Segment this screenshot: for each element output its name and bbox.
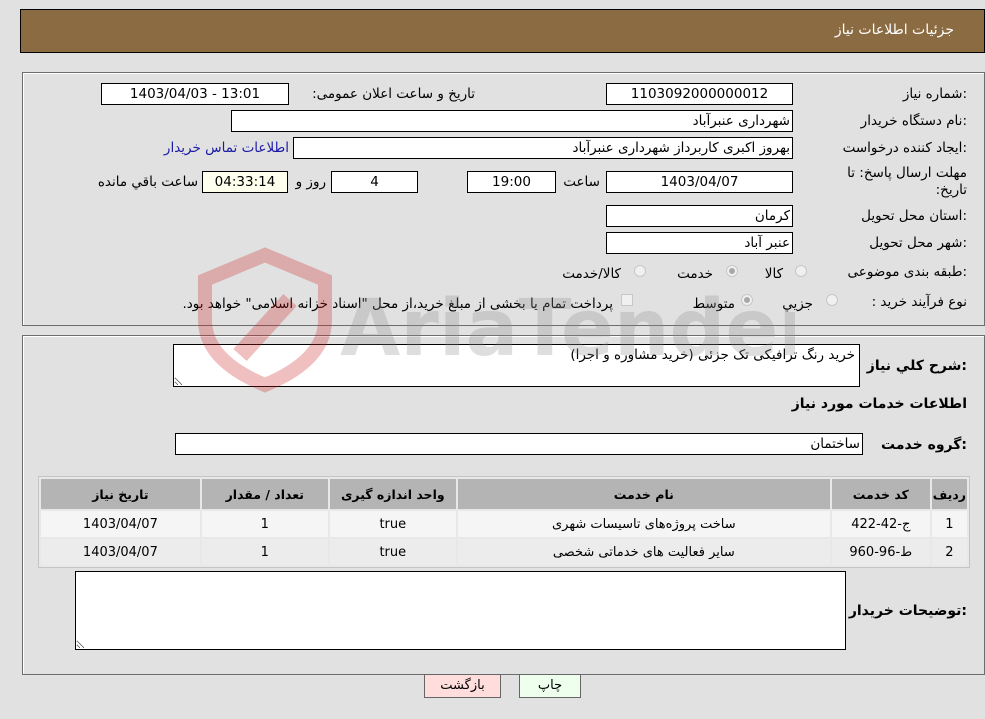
- category-radio-goods-service[interactable]: [634, 265, 646, 277]
- page-title: جزئیات اطلاعات نیاز: [834, 22, 954, 38]
- cell-need-date: 1403/04/07: [41, 539, 200, 565]
- col-quantity: تعداد / مقدار: [201, 479, 328, 509]
- deadline-time-label: ساعت: [563, 174, 600, 190]
- category-radio-service[interactable]: [726, 265, 738, 277]
- services-table: رديف کد خدمت نام خدمت واحد اندازه گيری ت…: [38, 476, 970, 568]
- cell-service-code: ط-96-960: [831, 539, 930, 565]
- treasury-note: پرداخت تمام یا بخشی از مبلغ خرید،از محل …: [182, 296, 613, 312]
- description-label: شرح کلي نياز:: [866, 358, 967, 374]
- cell-row-number: 1: [931, 511, 967, 537]
- province-label: استان محل تحویل:: [861, 208, 967, 224]
- col-service-name: نام خدمت: [457, 479, 830, 509]
- buyer-notes-label: توضیحات خریدار:: [848, 603, 967, 619]
- remaining-time-field: 04:33:14: [202, 171, 288, 193]
- category-option-goods: کالا: [764, 266, 783, 282]
- col-service-code: کد خدمت: [831, 479, 930, 509]
- col-need-date: تاریخ نیاز: [41, 479, 200, 509]
- process-option-medium: متوسط: [692, 296, 735, 312]
- province-field: کرمان: [606, 205, 793, 227]
- process-radio-medium[interactable]: [741, 294, 753, 306]
- cell-row-number: 2: [931, 539, 967, 565]
- print-button[interactable]: چاپ: [519, 674, 581, 698]
- category-option-service: خدمت: [677, 266, 713, 282]
- city-field: عنبر آباد: [606, 232, 793, 254]
- deadline-label: مهلت ارسال پاسخ: تا تاریخ:: [847, 165, 967, 198]
- cell-service-name: سایر فعالیت های خدماتی شخصی: [457, 539, 830, 565]
- cell-service-name: ساخت پروژه‌های تاسیسات شهری: [457, 511, 830, 537]
- process-option-minor: جزيي: [782, 296, 813, 312]
- announce-datetime-field: 1403/04/03 - 13:01: [101, 83, 289, 105]
- services-section-title: اطلاعات خدمات مورد نياز: [791, 396, 967, 412]
- deadline-date-field: 1403/04/07: [606, 171, 793, 193]
- remaining-time-label: ساعت باقي مانده: [97, 174, 198, 190]
- process-label: نوع فرآیند خرید :: [871, 294, 967, 310]
- creator-label: ایجاد کننده درخواست:: [842, 140, 967, 156]
- buyer-contact-link[interactable]: اطلاعات تماس خریدار: [164, 140, 289, 156]
- col-row-number: رديف: [931, 479, 967, 509]
- cell-unit: true: [329, 539, 456, 565]
- cell-service-code: ج-42-422: [831, 511, 930, 537]
- col-unit: واحد اندازه گيری: [329, 479, 456, 509]
- need-number-label: شماره نیاز:: [902, 86, 967, 102]
- buyer-notes-textarea[interactable]: [75, 571, 846, 650]
- cell-unit: true: [329, 511, 456, 537]
- need-number-field: 1103092000000012: [606, 83, 793, 105]
- process-radio-minor[interactable]: [826, 294, 838, 306]
- category-radio-goods[interactable]: [795, 265, 807, 277]
- days-label: روز و: [295, 174, 326, 190]
- table-row: 1 ج-42-422 ساخت پروژه‌های تاسیسات شهری t…: [41, 511, 967, 537]
- city-label: شهر محل تحویل:: [869, 235, 967, 251]
- creator-field: بهروز اکبری کاربرداز شهرداری عنبرآباد: [293, 137, 793, 159]
- cell-need-date: 1403/04/07: [41, 511, 200, 537]
- cell-quantity: 1: [201, 511, 328, 537]
- page-header: جزئیات اطلاعات نیاز: [20, 9, 985, 53]
- days-remaining-field: 4: [331, 171, 418, 193]
- table-row: 2 ط-96-960 سایر فعالیت های خدماتی شخصی t…: [41, 539, 967, 565]
- back-button[interactable]: بازگشت: [424, 674, 501, 698]
- announce-label: تاریخ و ساعت اعلان عمومی:: [312, 86, 475, 102]
- table-header-row: رديف کد خدمت نام خدمت واحد اندازه گيری ت…: [41, 479, 967, 509]
- description-textarea[interactable]: [173, 344, 860, 387]
- service-group-field: ساختمان: [175, 433, 863, 455]
- category-label: طبقه بندی موضوعی:: [847, 264, 967, 280]
- category-option-goods-service: کالا/خدمت: [562, 266, 621, 282]
- buyer-org-field: شهرداری عنبرآباد: [231, 110, 793, 132]
- deadline-time-field: 19:00: [467, 171, 556, 193]
- buyer-org-label: نام دستگاه خریدار:: [860, 113, 967, 129]
- service-group-label: گروه خدمت:: [881, 437, 967, 453]
- cell-quantity: 1: [201, 539, 328, 565]
- treasury-checkbox[interactable]: [621, 294, 633, 306]
